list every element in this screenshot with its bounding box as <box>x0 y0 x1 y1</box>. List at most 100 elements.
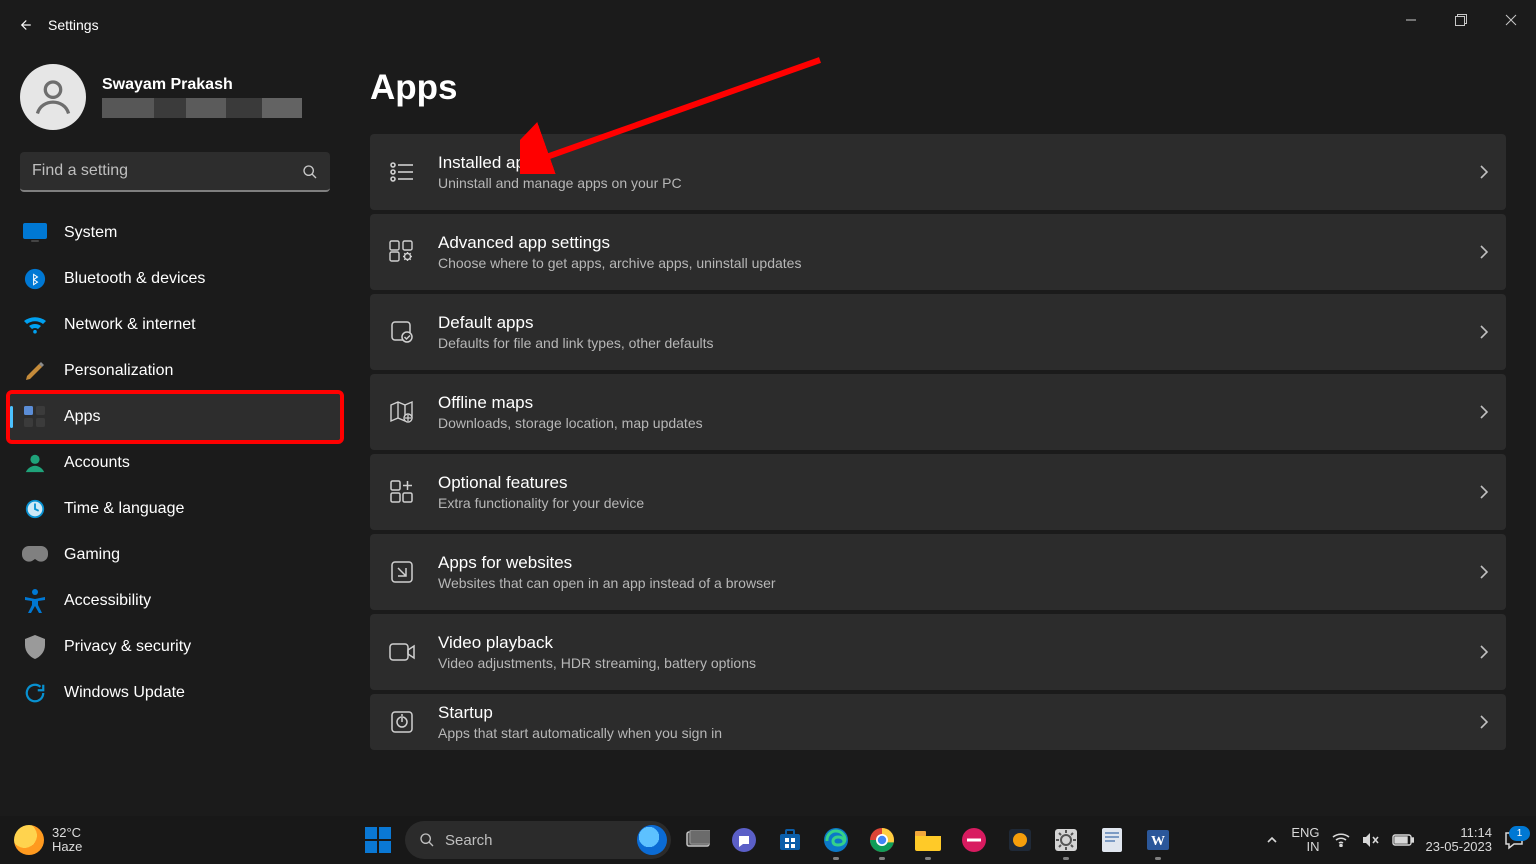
folder-icon <box>914 829 942 851</box>
taskbar-edge[interactable] <box>817 821 855 859</box>
maximize-button[interactable] <box>1436 0 1486 40</box>
language-indicator[interactable]: ENGIN <box>1291 826 1319 855</box>
advanced-app-settings-icon <box>388 238 416 266</box>
sidebar-item-system[interactable]: System <box>10 210 340 256</box>
taskbar-app-4[interactable] <box>1093 821 1131 859</box>
clock[interactable]: 11:1423-05-2023 <box>1426 826 1493 855</box>
weather-widget[interactable]: 32°CHaze <box>14 825 82 855</box>
card-video-playback[interactable]: Video playbackVideo adjustments, HDR str… <box>370 614 1506 690</box>
card-subtitle: Video adjustments, HDR streaming, batter… <box>438 655 756 671</box>
nav-list: System Bluetooth & devices Network & int… <box>0 206 350 716</box>
close-button[interactable] <box>1486 0 1536 40</box>
sidebar-item-label: Windows Update <box>64 684 185 702</box>
taskbar-chrome[interactable] <box>863 821 901 859</box>
taskbar-explorer[interactable] <box>909 821 947 859</box>
tray-battery[interactable] <box>1392 834 1414 846</box>
shield-icon <box>22 634 48 660</box>
sidebar-item-network[interactable]: Network & internet <box>10 302 340 348</box>
search-icon <box>419 832 435 848</box>
sidebar-item-update[interactable]: Windows Update <box>10 670 340 716</box>
card-default-apps[interactable]: Default appsDefaults for file and link t… <box>370 294 1506 370</box>
search-icon <box>302 152 318 192</box>
accounts-icon <box>22 450 48 476</box>
notifications-button[interactable]: 1 <box>1504 830 1524 850</box>
chevron-right-icon <box>1478 164 1490 180</box>
taskbar-app-2[interactable] <box>1001 821 1039 859</box>
sidebar-item-label: Time & language <box>64 500 184 518</box>
card-title: Apps for websites <box>438 553 776 573</box>
offline-maps-icon <box>388 398 416 426</box>
wifi-icon <box>22 312 48 338</box>
sidebar-item-gaming[interactable]: Gaming <box>10 532 340 578</box>
gear-icon <box>1053 827 1079 853</box>
chevron-right-icon <box>1478 564 1490 580</box>
arrow-left-icon <box>15 16 33 34</box>
sidebar: Swayam Prakash System Bluetooth & device… <box>0 50 350 769</box>
sidebar-item-privacy[interactable]: Privacy & security <box>10 624 340 670</box>
apps-icon <box>22 404 48 430</box>
main-content: Apps Installed appsUninstall and manage … <box>370 50 1506 769</box>
sidebar-item-personalization[interactable]: Personalization <box>10 348 340 394</box>
maximize-icon <box>1455 14 1467 26</box>
card-subtitle: Defaults for file and link types, other … <box>438 335 713 351</box>
titlebar: Settings <box>0 0 1536 50</box>
search-input[interactable] <box>20 152 330 192</box>
apps-for-websites-icon <box>388 558 416 586</box>
sidebar-item-apps[interactable]: Apps <box>10 394 340 440</box>
card-title: Offline maps <box>438 393 703 413</box>
taskbar-search[interactable]: Search <box>405 821 671 859</box>
bing-icon <box>637 825 667 855</box>
taskbar-store[interactable] <box>771 821 809 859</box>
wifi-icon <box>1332 833 1350 847</box>
word-icon: W <box>1145 827 1171 853</box>
user-panel[interactable]: Swayam Prakash <box>0 62 350 142</box>
svg-text:W: W <box>1151 834 1165 849</box>
start-button[interactable] <box>359 821 397 859</box>
sidebar-item-accounts[interactable]: Accounts <box>10 440 340 486</box>
tray-wifi[interactable] <box>1332 833 1350 847</box>
minimize-button[interactable] <box>1386 0 1436 40</box>
taskbar-app-3[interactable] <box>1047 821 1085 859</box>
sidebar-item-bluetooth[interactable]: Bluetooth & devices <box>10 256 340 302</box>
sidebar-item-label: System <box>64 224 117 242</box>
sidebar-item-label: Apps <box>64 408 100 426</box>
app-icon <box>961 827 987 853</box>
card-apps-for-websites[interactable]: Apps for websitesWebsites that can open … <box>370 534 1506 610</box>
bluetooth-icon <box>22 266 48 292</box>
default-apps-icon <box>388 318 416 346</box>
store-icon <box>777 827 803 853</box>
card-optional-features[interactable]: Optional featuresExtra functionality for… <box>370 454 1506 530</box>
sidebar-item-accessibility[interactable]: Accessibility <box>10 578 340 624</box>
battery-icon <box>1392 834 1414 846</box>
card-offline-maps[interactable]: Offline maps Downloads, storage location,… <box>370 374 1506 450</box>
back-button[interactable] <box>0 0 48 50</box>
card-startup[interactable]: StartupApps that start automatically whe… <box>370 694 1506 750</box>
installed-apps-icon <box>388 158 416 186</box>
chrome-icon <box>869 827 895 853</box>
person-icon <box>31 75 75 119</box>
card-advanced-app-settings[interactable]: Advanced app settingsChoose where to get… <box>370 214 1506 290</box>
taskbar-chat[interactable] <box>725 821 763 859</box>
paint-icon <box>22 358 48 384</box>
accessibility-icon <box>22 588 48 614</box>
annotation-arrow <box>520 54 830 174</box>
taskbar-app-1[interactable] <box>955 821 993 859</box>
card-subtitle: Extra functionality for your device <box>438 495 644 511</box>
task-view-button[interactable] <box>679 821 717 859</box>
sidebar-item-time[interactable]: Time & language <box>10 486 340 532</box>
chevron-right-icon <box>1478 484 1490 500</box>
tray-volume[interactable] <box>1362 832 1380 848</box>
sidebar-item-label: Accessibility <box>64 592 151 610</box>
app-icon <box>1100 826 1124 854</box>
tray-chevron[interactable] <box>1265 833 1279 847</box>
taskbar-word[interactable]: W <box>1139 821 1177 859</box>
card-subtitle: Downloads, storage location, map updates <box>438 415 703 431</box>
video-playback-icon <box>388 638 416 666</box>
chevron-right-icon <box>1478 244 1490 260</box>
chevron-right-icon <box>1478 644 1490 660</box>
sidebar-item-label: Personalization <box>64 362 173 380</box>
user-email-redacted <box>102 98 302 118</box>
sidebar-item-label: Network & internet <box>64 316 196 334</box>
app-icon <box>1007 827 1033 853</box>
weather-desc: Haze <box>52 840 82 854</box>
